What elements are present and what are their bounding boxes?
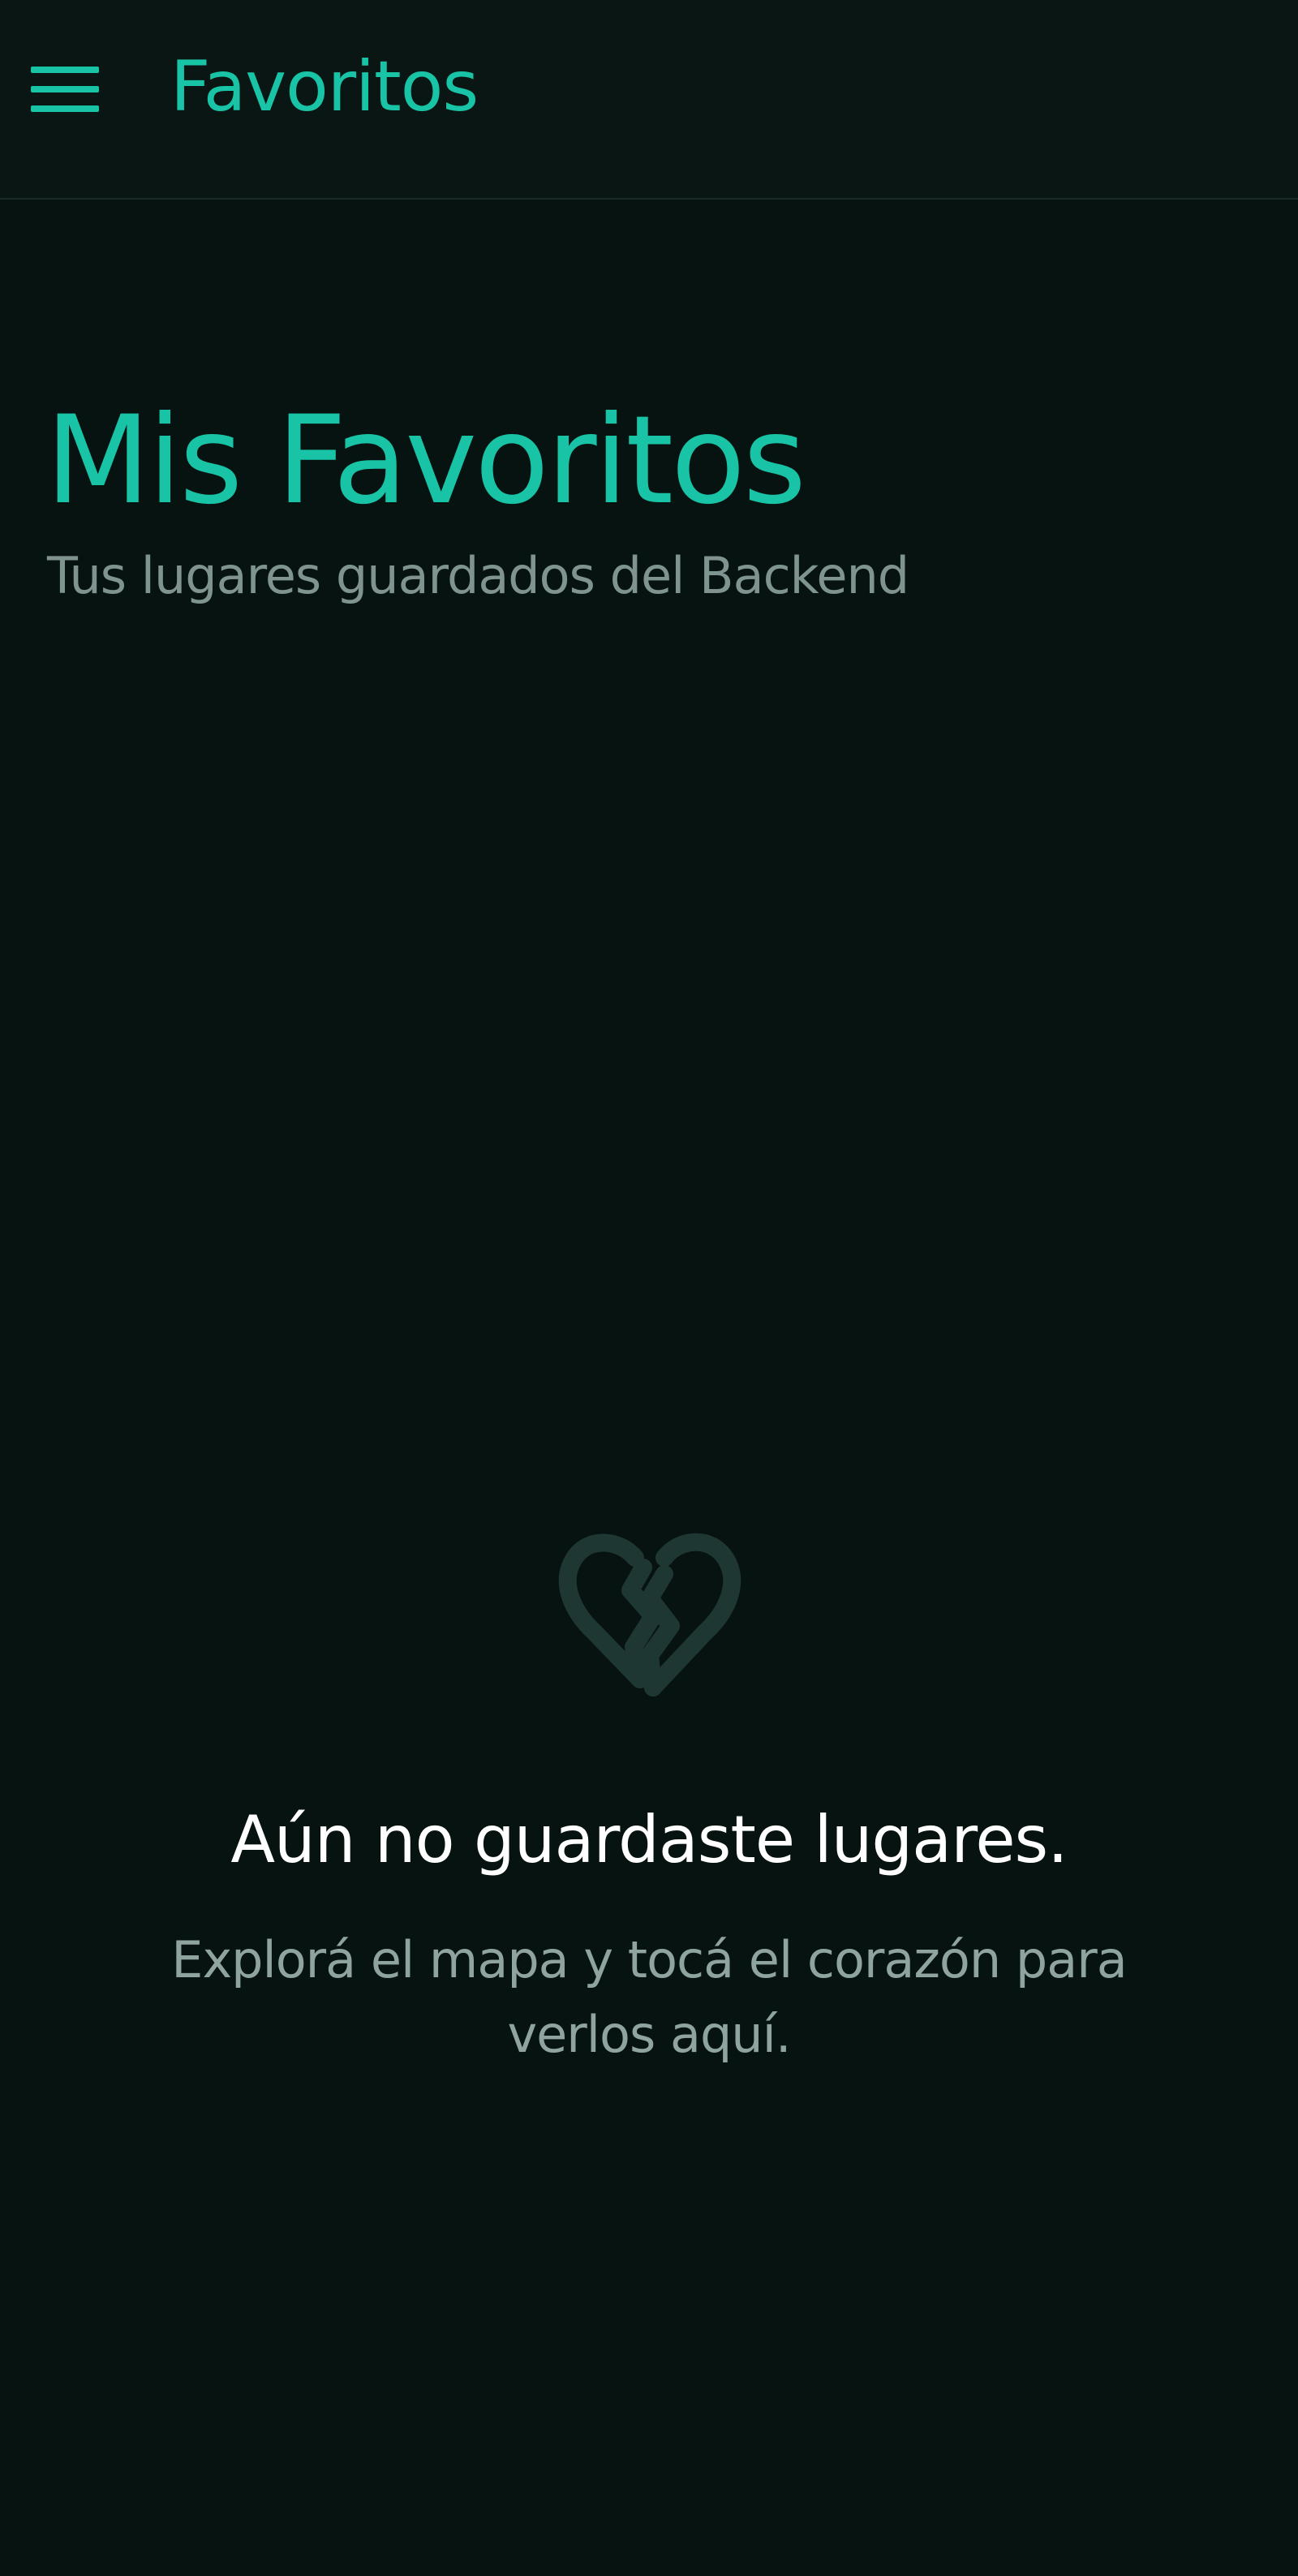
- empty-state: Aún no guardaste lugares. Explorá el map…: [0, 1525, 1298, 2072]
- page-title: Mis Favoritos: [45, 390, 806, 531]
- empty-state-message: Explorá el mapa y tocá el corazón para v…: [171, 1930, 1127, 2064]
- empty-state-title: Aún no guardaste lugares.: [230, 1802, 1068, 1877]
- favorites-screen: Favoritos Mis Favoritos Tus lugares guar…: [0, 0, 1298, 2576]
- app-bar-title: Favoritos: [170, 46, 479, 127]
- menu-button[interactable]: [23, 57, 107, 122]
- hamburger-menu-icon: [31, 67, 99, 112]
- page-subtitle: Tus lugares guardados del Backend: [47, 546, 909, 605]
- broken-heart-icon: [558, 1533, 741, 1697]
- top-app-bar: Favoritos: [0, 0, 1298, 200]
